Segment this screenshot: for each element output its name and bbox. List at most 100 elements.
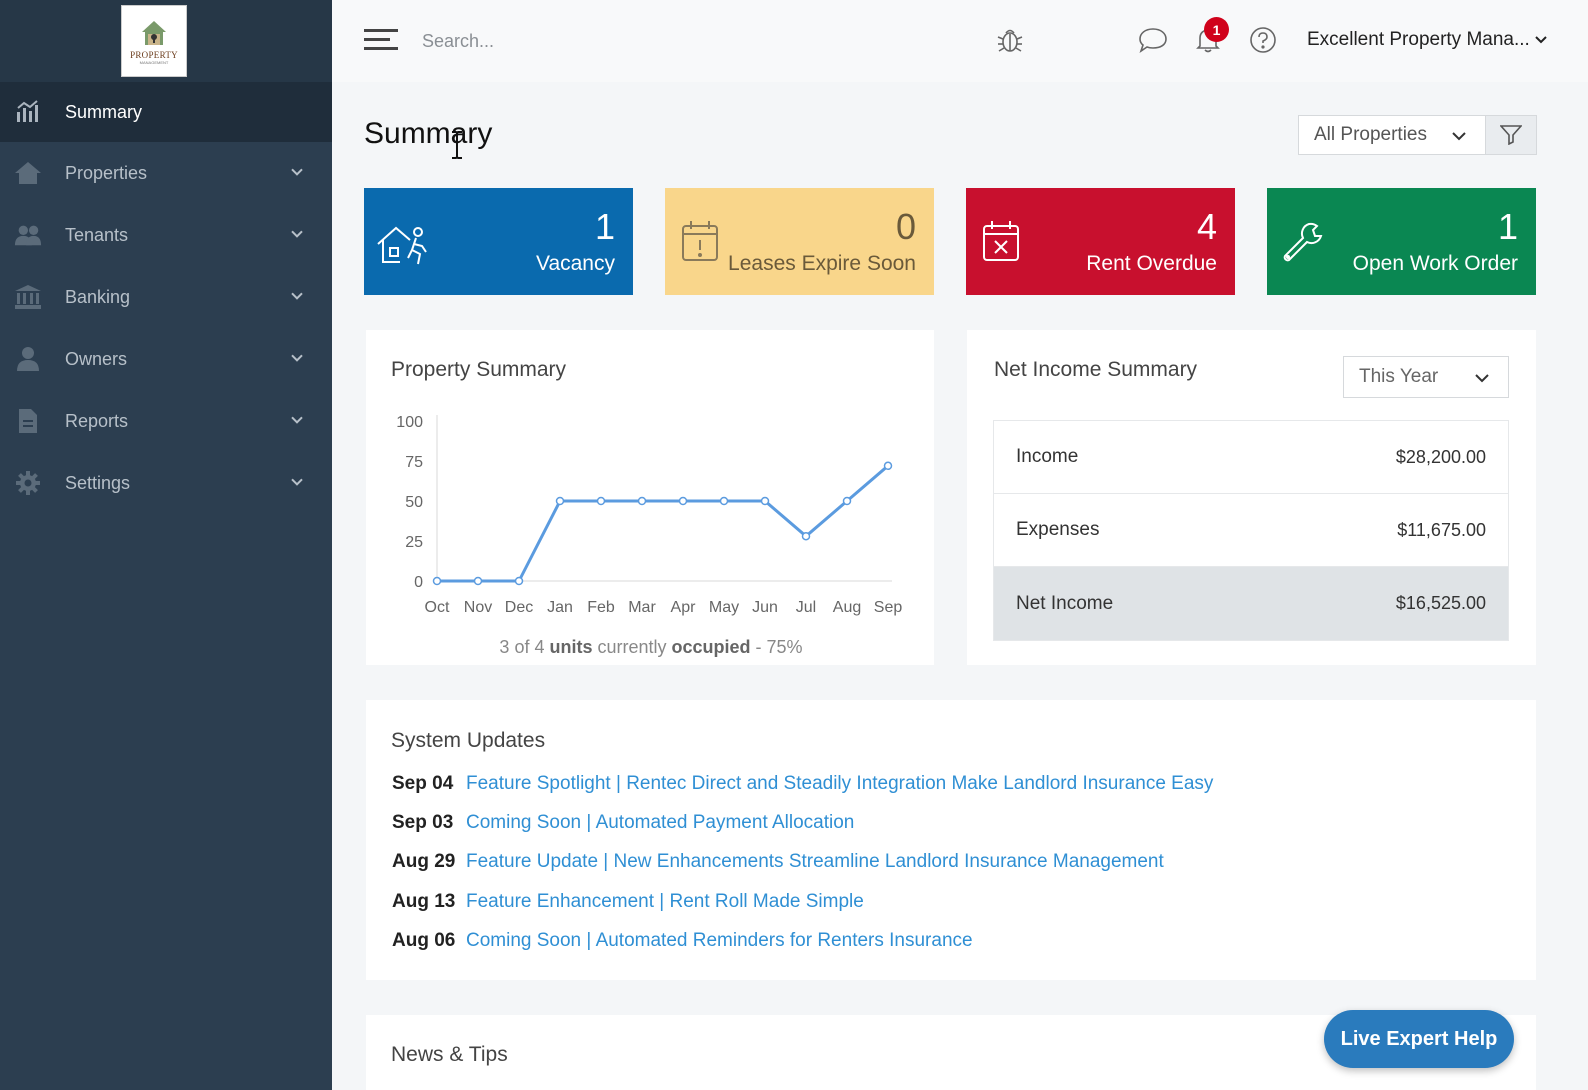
data-point (801, 531, 811, 541)
update-date: Aug 29 (392, 851, 456, 872)
filter-icon (1500, 125, 1522, 145)
leases-expire-card[interactable]: 0 Leases Expire Soon (665, 188, 934, 295)
help-icon[interactable] (1248, 24, 1278, 56)
occupancy-percent: 75% (766, 637, 803, 657)
vacancy-count: 1 (594, 206, 615, 247)
sidebar-item-banking[interactable]: Banking (0, 266, 332, 328)
calendar-x-icon (983, 221, 1019, 261)
search-input[interactable] (422, 26, 802, 56)
wrench-icon (1283, 222, 1323, 262)
property-filter-select[interactable]: All Properties (1298, 115, 1486, 155)
x-tick-label: Sep (874, 599, 903, 616)
update-link[interactable]: Coming Soon | Automated Reminders for Re… (466, 930, 973, 952)
data-point (555, 496, 565, 506)
chat-icon[interactable] (1138, 24, 1168, 56)
update-date: Aug 06 (392, 930, 456, 951)
open-work-order-label: Open Work Order (1352, 252, 1518, 275)
user-icon (14, 346, 42, 372)
company-logo[interactable]: PROPERTY MANAGEMENT (121, 5, 187, 77)
row-label: Expenses (1016, 519, 1100, 540)
x-tick-label: Aug (833, 599, 861, 616)
y-tick-label: 25 (405, 534, 423, 551)
chevron-down-icon (291, 230, 303, 238)
occupancy-text: 3 of 4 units currently occupied - 75% (499, 637, 803, 657)
sidebar-item-tenants[interactable]: Tenants (0, 204, 332, 266)
sidebar-item-label: Reports (65, 410, 129, 431)
top-bar: 1 Excellent Property Mana... (332, 0, 1588, 82)
period-select[interactable]: This Year (1343, 356, 1509, 398)
vacancy-label: Vacancy (536, 252, 615, 275)
property-filter-value: All Properties (1314, 124, 1427, 145)
sidebar-item-settings[interactable]: Settings (0, 452, 332, 514)
table-row: Net Income $16,525.00 (994, 567, 1508, 640)
x-tick-label: Jan (547, 599, 573, 616)
table-row: Expenses $11,675.00 (994, 494, 1508, 567)
units-total: 4 (534, 637, 545, 657)
data-point (760, 496, 770, 506)
y-tick-label: 100 (396, 414, 423, 431)
logo-area: PROPERTY MANAGEMENT (0, 0, 332, 82)
chevron-down-icon (291, 354, 303, 362)
y-tick-label: 50 (405, 494, 423, 511)
period-value: This Year (1359, 366, 1439, 387)
series-line (437, 464, 889, 583)
users-icon (14, 222, 42, 248)
account-menu[interactable]: Excellent Property Mana... (1307, 29, 1548, 51)
sidebar-item-owners[interactable]: Owners (0, 328, 332, 390)
update-link[interactable]: Feature Enhancement | Rent Roll Made Sim… (466, 891, 864, 913)
sidebar-item-summary[interactable]: Summary (0, 82, 332, 142)
data-point (637, 496, 647, 506)
x-tick-label: Dec (505, 599, 533, 616)
logo-subtext: MANAGEMENT (139, 59, 169, 65)
sidebar-item-reports[interactable]: Reports (0, 390, 332, 452)
rent-overdue-label: Rent Overdue (1086, 252, 1217, 275)
chevron-down-icon (291, 168, 303, 176)
rent-overdue-count: 4 (1196, 206, 1217, 247)
vacancy-card[interactable]: 1 Vacancy (364, 188, 633, 295)
leases-expire-count: 0 (895, 206, 916, 247)
net-income-title: Net Income Summary (994, 358, 1198, 381)
units-occupied: 3 (499, 637, 510, 657)
list-item: Aug 13 Feature Enhancement | Rent Roll M… (392, 891, 864, 913)
row-label: Income (1016, 446, 1079, 467)
filter-button[interactable] (1485, 115, 1537, 155)
net-income-card: Net Income Summary This Year Income $28,… (967, 330, 1536, 665)
gear-icon (14, 470, 42, 496)
chevron-down-icon (1535, 36, 1547, 44)
x-tick-label: Feb (587, 599, 615, 616)
sidebar: PROPERTY MANAGEMENT Summary Properties T… (0, 0, 332, 1090)
bug-report-icon[interactable] (995, 24, 1025, 56)
sidebar-item-properties[interactable]: Properties (0, 142, 332, 204)
update-date: Sep 04 (392, 773, 454, 794)
table-row: Income $28,200.00 (994, 421, 1508, 494)
leases-expire-label: Leases Expire Soon (728, 252, 916, 275)
x-tick-label: May (709, 599, 739, 616)
hamburger-menu-icon[interactable] (364, 26, 398, 54)
rent-overdue-card[interactable]: 4 Rent Overdue (966, 188, 1235, 295)
update-link[interactable]: Feature Update | New Enhancements Stream… (466, 851, 1164, 873)
sidebar-item-label: Properties (65, 162, 148, 183)
open-work-order-count: 1 (1497, 206, 1518, 247)
property-summary-card: Property Summary 0 25 50 75 100 Oct Nov Dec Jan F… (366, 330, 934, 665)
chevron-down-icon (291, 478, 303, 486)
net-income-table: Income $28,200.00 Expenses $11,675.00 Ne… (993, 420, 1509, 641)
update-date: Sep 03 (392, 812, 454, 833)
update-link[interactable]: Feature Spotlight | Rentec Direct and St… (466, 773, 1213, 795)
bank-icon (14, 284, 42, 310)
data-point (514, 576, 524, 586)
list-item: Aug 06 Coming Soon | Automated Reminders… (392, 930, 973, 952)
document-icon (14, 408, 42, 434)
list-item: Aug 29 Feature Update | New Enhancements… (392, 851, 1164, 873)
sidebar-item-label: Settings (65, 472, 131, 493)
x-tick-label: Jun (752, 599, 778, 616)
live-expert-help-button[interactable]: Live Expert Help (1324, 1010, 1514, 1068)
y-tick-label: 75 (405, 454, 423, 471)
open-work-order-card[interactable]: 1 Open Work Order (1267, 188, 1536, 295)
x-tick-label: Nov (464, 599, 492, 616)
update-link[interactable]: Coming Soon | Automated Payment Allocati… (466, 812, 854, 834)
notification-badge: 1 (1204, 17, 1229, 42)
data-point (678, 496, 688, 506)
chevron-down-icon (291, 416, 303, 424)
house-person-icon (377, 226, 427, 265)
x-tick-label: Apr (671, 599, 697, 616)
